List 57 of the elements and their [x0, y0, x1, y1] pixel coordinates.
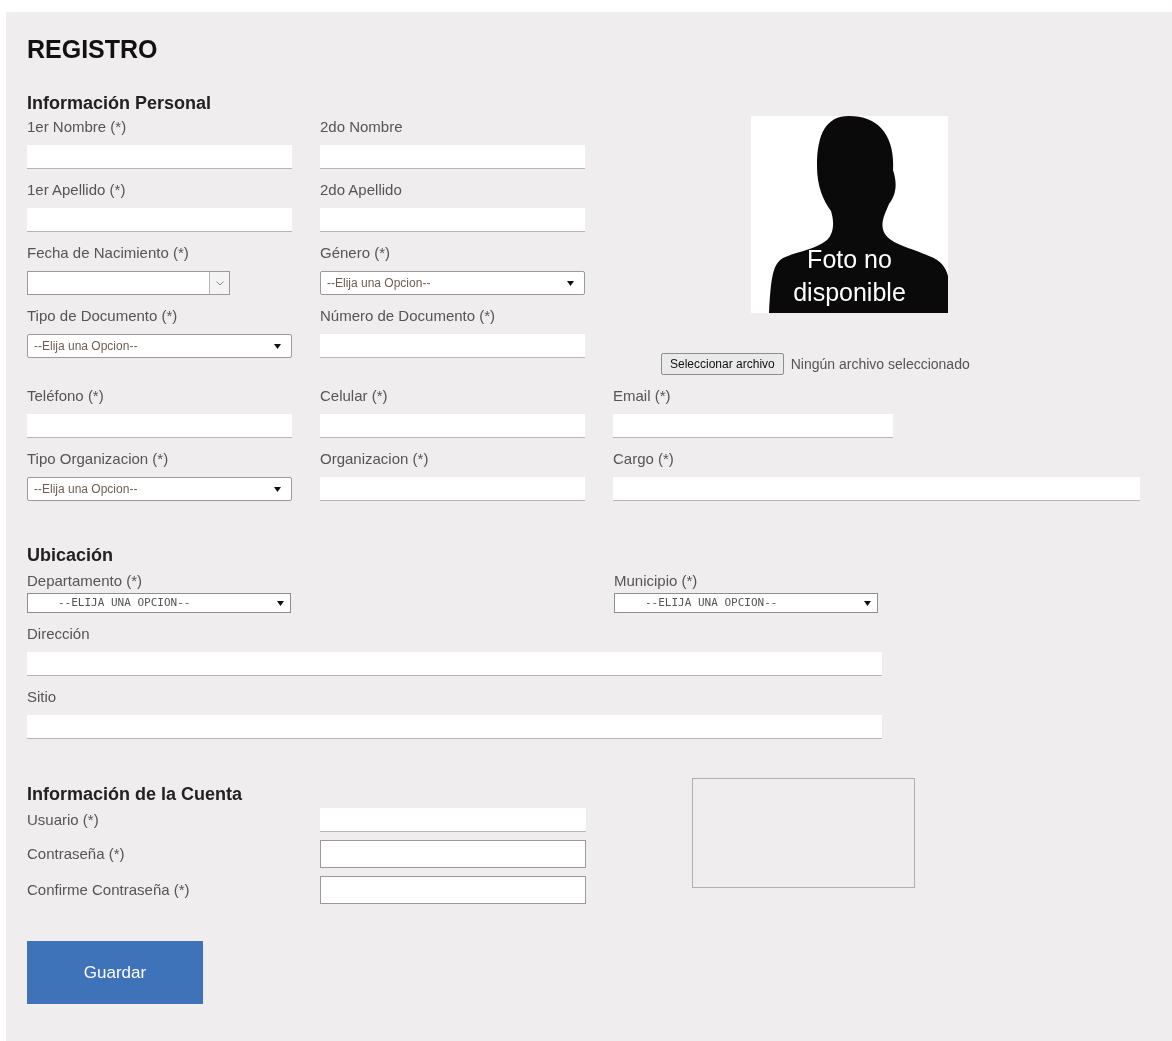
password-field[interactable] — [320, 876, 586, 904]
dropdown[interactable]: --ELIJA UNA OPCION-- — [27, 593, 291, 613]
section-heading: Ubicación — [27, 544, 115, 566]
page-title: REGISTRO — [27, 34, 159, 64]
photo-caption: Foto no disponible — [792, 244, 907, 308]
field-label: Confirme Contraseña (*) — [27, 879, 191, 900]
text-field[interactable] — [320, 414, 585, 438]
caret-icon — [567, 280, 574, 286]
text-field[interactable] — [320, 208, 585, 232]
text-field[interactable] — [27, 208, 292, 232]
text-field[interactable] — [27, 652, 882, 676]
text-field[interactable] — [27, 145, 292, 169]
field-label: 1er Apellido (*) — [27, 180, 127, 200]
text-field[interactable] — [613, 477, 1140, 501]
field-label: 2do Nombre — [320, 117, 404, 137]
field-label: Género (*) — [320, 243, 392, 263]
caret-icon — [274, 343, 281, 349]
field-label: Dirección — [27, 624, 91, 644]
section-heading: Información Personal — [27, 92, 213, 114]
file-select-button[interactable]: Seleccionar archivo — [661, 353, 784, 375]
person-silhouette-icon — [751, 116, 948, 313]
dropdown[interactable]: --Elija una Opcion-- — [27, 477, 292, 501]
field-label: Email (*) — [613, 386, 672, 406]
field-label: Teléfono (*) — [27, 386, 105, 406]
dropdown[interactable]: --Elija una Opcion-- — [27, 334, 292, 358]
password-field[interactable] — [320, 840, 586, 868]
field-label: Número de Documento (*) — [320, 306, 497, 326]
field-label: 2do Apellido — [320, 180, 403, 200]
field-label: Tipo Organizacion (*) — [27, 449, 170, 469]
dropdown[interactable]: --ELIJA UNA OPCION-- — [614, 593, 878, 613]
field-label: 1er Nombre (*) — [27, 117, 128, 137]
field-label: Celular (*) — [320, 386, 389, 406]
field-label: Tipo de Documento (*) — [27, 306, 179, 326]
text-field[interactable] — [320, 334, 585, 358]
field-label: Cargo (*) — [613, 449, 675, 469]
field-label: Usuario (*) — [27, 809, 100, 830]
caret-icon — [274, 486, 281, 492]
file-status-text: Ningún archivo seleccionado — [790, 354, 970, 374]
caret-icon — [277, 600, 284, 606]
field-label: Fecha de Nacimiento (*) — [27, 243, 190, 263]
chevron-down-icon — [215, 280, 224, 286]
field-label: Departamento (*) — [27, 571, 144, 591]
field-label: Contraseña (*) — [27, 843, 126, 864]
text-field[interactable] — [613, 414, 893, 438]
date-field[interactable] — [27, 271, 230, 295]
text-field[interactable] — [320, 477, 585, 501]
field-label: Municipio (*) — [614, 571, 699, 591]
caret-icon — [864, 600, 871, 606]
field-label: Sitio — [27, 687, 58, 707]
field-label: Organizacion (*) — [320, 449, 430, 469]
save-button[interactable]: Guardar — [27, 941, 203, 1004]
text-field[interactable] — [320, 145, 585, 169]
text-field[interactable] — [27, 715, 882, 739]
text-field[interactable] — [27, 414, 292, 438]
text-field[interactable] — [320, 808, 586, 832]
dropdown[interactable]: --Elija una Opcion-- — [320, 271, 585, 295]
section-heading: Información de la Cuenta — [27, 783, 244, 805]
